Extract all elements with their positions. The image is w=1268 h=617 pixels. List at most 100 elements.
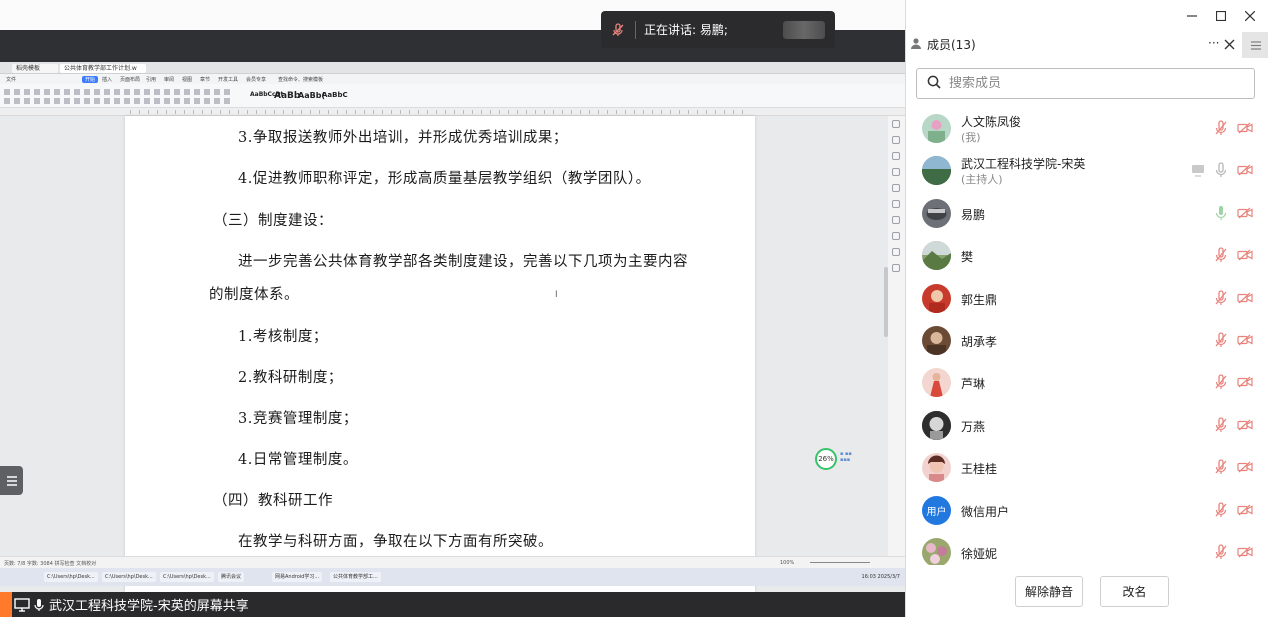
screen-share-icon[interactable] <box>1191 164 1205 177</box>
side-tool-icon[interactable] <box>892 136 900 144</box>
avatar <box>922 537 951 565</box>
doc-side-toolbar <box>888 116 905 556</box>
os-taskbar: C:\Users\hp\Desk... C:\Users\hp\Desk... … <box>0 568 905 586</box>
mic-muted-icon[interactable] <box>1214 544 1228 560</box>
side-tool-icon[interactable] <box>892 216 900 224</box>
mic-muted-icon[interactable] <box>1214 459 1228 475</box>
doc-menu-view[interactable]: 视图 <box>182 76 192 83</box>
style-heading1[interactable]: AaBb <box>274 91 300 101</box>
side-tool-icon[interactable] <box>892 184 900 192</box>
search-input[interactable] <box>949 76 1239 91</box>
doc-heading: （三）制度建设： <box>213 213 333 229</box>
doc-tab-current[interactable]: 公共体育教学部工作计划.w <box>60 64 146 73</box>
mic-muted-icon[interactable] <box>1214 120 1228 136</box>
member-search[interactable] <box>916 68 1255 99</box>
more-options-icon[interactable]: ··· <box>1208 36 1219 50</box>
mic-muted-icon[interactable] <box>1214 374 1228 390</box>
document-page[interactable]: 3.争取报送教师外出培训，并形成优秀培训成果； 4.促进教师职称评定，形成高质量… <box>125 116 755 592</box>
doc-menu-bar: 文件 开始 插入 页面布局 引用 审阅 视图 章节 开发工具 会员专享 查找命令… <box>0 74 905 84</box>
doc-paragraph: 4.日常管理制度。 <box>238 452 358 468</box>
doc-menu-file[interactable]: 文件 <box>6 76 16 83</box>
close-window-icon[interactable] <box>1239 6 1261 26</box>
member-row[interactable]: 徐娅妮 <box>906 531 1268 565</box>
camera-off-icon[interactable] <box>1237 164 1253 176</box>
rename-button[interactable]: 改名 <box>1100 576 1169 607</box>
taskbar-item[interactable]: C:\Users\hp\Desk... <box>44 572 98 582</box>
mic-icon[interactable] <box>1214 162 1228 178</box>
doc-zoom-level[interactable]: 100% <box>780 560 794 566</box>
mic-muted-icon[interactable] <box>1214 417 1228 433</box>
mic-muted-icon[interactable] <box>1214 289 1228 306</box>
taskbar-item[interactable]: 公共体育教学部工... <box>330 572 381 582</box>
member-row[interactable]: 郭生鼎 <box>906 277 1268 319</box>
camera-off-icon[interactable] <box>1237 207 1253 219</box>
member-row[interactable]: 武汉工程科技学院-宋英 (主持人) <box>906 149 1268 191</box>
list-icon <box>6 475 17 486</box>
camera-off-icon[interactable] <box>1237 376 1253 388</box>
member-controls <box>1214 332 1253 348</box>
close-panel-icon[interactable] <box>1224 35 1235 54</box>
member-name: 王桂桂 <box>961 462 998 477</box>
doc-menu-home[interactable]: 开始 <box>82 76 99 83</box>
doc-menu-member[interactable]: 会员专享 <box>246 76 266 83</box>
doc-zoom-slider[interactable] <box>810 562 870 563</box>
member-row[interactable]: 用户 微信用户 <box>906 489 1268 531</box>
minimize-icon[interactable] <box>1181 6 1203 26</box>
doc-menu-search[interactable]: 查找命令、搜索模板 <box>278 76 323 83</box>
side-tool-icon[interactable] <box>892 152 900 160</box>
camera-off-icon[interactable] <box>1237 292 1253 304</box>
mic-muted-icon[interactable] <box>1214 332 1228 348</box>
panel-menu-icon[interactable] <box>1242 32 1268 58</box>
member-row[interactable]: 人文陈凤俊 (我) <box>906 107 1268 149</box>
camera-off-icon[interactable] <box>1237 546 1253 558</box>
unmute-all-button[interactable]: 解除静音 <box>1015 576 1083 607</box>
maximize-icon[interactable] <box>1210 6 1232 26</box>
avatar <box>922 453 951 483</box>
doc-menu-review[interactable]: 审阅 <box>164 76 174 83</box>
member-row[interactable]: 芦琳 <box>906 361 1268 403</box>
doc-menu-insert[interactable]: 插入 <box>102 76 112 83</box>
taskbar-clock: 16:03 2025/3/7 <box>861 574 900 580</box>
taskbar-item[interactable]: 腾讯会议 <box>218 572 245 582</box>
side-tool-icon[interactable] <box>892 168 900 176</box>
doc-menu-devtools[interactable]: 开发工具 <box>218 76 238 83</box>
side-tool-icon[interactable] <box>892 264 900 272</box>
member-row[interactable]: 王桂桂 <box>906 446 1268 488</box>
member-role: (我) <box>961 131 981 144</box>
mic-active-icon[interactable] <box>1214 205 1228 221</box>
member-row[interactable]: 易鹏 <box>906 192 1268 234</box>
doc-menu-layout[interactable]: 页面布局 <box>120 76 140 83</box>
camera-off-icon[interactable] <box>1237 419 1253 431</box>
member-controls <box>1191 162 1253 178</box>
taskbar-item[interactable]: 网易Android学习... <box>272 572 323 582</box>
mic-muted-icon[interactable] <box>1214 501 1228 518</box>
doc-menu-reference[interactable]: 引用 <box>146 76 156 83</box>
camera-off-icon[interactable] <box>1237 504 1253 516</box>
member-controls <box>1214 120 1253 136</box>
side-tool-icon[interactable] <box>892 200 900 208</box>
share-status-marker <box>0 592 12 617</box>
member-row[interactable]: 万燕 <box>906 404 1268 446</box>
mic-muted-icon[interactable] <box>1214 247 1228 263</box>
doc-tab-templates[interactable]: 稻壳模板 <box>12 64 58 73</box>
member-row[interactable]: 樊 <box>906 234 1268 276</box>
camera-off-icon[interactable] <box>1237 249 1253 261</box>
side-tool-icon[interactable] <box>892 232 900 240</box>
member-name: 武汉工程科技学院-宋英 <box>961 157 1086 172</box>
floating-menu-button[interactable] <box>0 466 23 495</box>
doc-menu-section[interactable]: 章节 <box>200 76 210 83</box>
camera-off-icon[interactable] <box>1237 334 1253 346</box>
member-name: 徐娅妮 <box>961 546 998 561</box>
taskbar-item[interactable]: C:\Users\hp\Desk... <box>102 572 156 582</box>
progress-badge[interactable]: 26% <box>815 448 837 470</box>
side-tool-icon[interactable] <box>892 120 900 128</box>
member-row[interactable]: 胡承孝 <box>906 319 1268 361</box>
side-tool-icon[interactable] <box>892 248 900 256</box>
camera-off-icon[interactable] <box>1237 461 1253 473</box>
ribbon-row-1 <box>4 89 234 95</box>
doc-paragraph: 2.教科研制度； <box>238 370 343 386</box>
style-heading3[interactable]: AaBbC <box>322 91 348 99</box>
camera-off-icon[interactable] <box>1237 122 1253 134</box>
avatar <box>922 198 951 228</box>
taskbar-item[interactable]: C:\Users\hp\Desk... <box>160 572 214 582</box>
